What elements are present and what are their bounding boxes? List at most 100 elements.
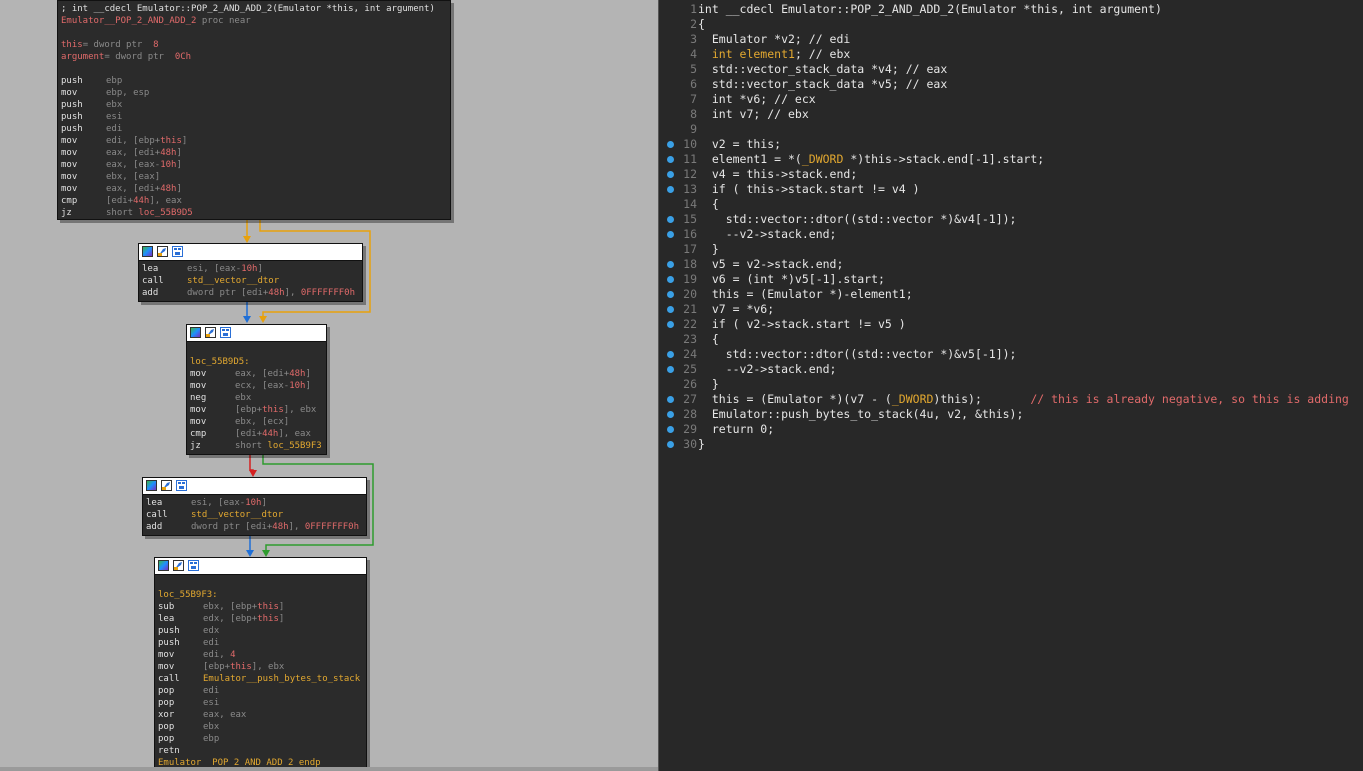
pseudocode-line[interactable]: 15 std::vector::dtor((std::vector *)&v4[…	[659, 212, 1363, 227]
asm-line[interactable]: Emulator__POP_2_AND_ADD_2 proc near	[61, 15, 447, 27]
asm-line[interactable]: pop edi	[158, 685, 363, 697]
asm-line[interactable]	[190, 344, 323, 356]
asm-line[interactable]: argument= dword ptr 0Ch	[61, 51, 447, 63]
asm-line[interactable]: jz short loc_55B9F3	[190, 440, 323, 452]
pseudocode-line[interactable]: 21 v7 = *v6;	[659, 302, 1363, 317]
basic-block-dtor-2[interactable]: lea esi, [eax-10h] call std__vector__dtor ad…	[142, 477, 367, 536]
asm-line[interactable]	[61, 63, 447, 75]
asm-operand: [ebp+	[235, 405, 263, 415]
asm-line[interactable]: mov ebp, esp	[61, 87, 447, 99]
asm-line[interactable]: mov edi, [ebp+this]	[61, 135, 447, 147]
asm-line[interactable]: push ebp	[61, 75, 447, 87]
asm-line[interactable]: mov edi, 4	[158, 649, 363, 661]
pseudocode-line[interactable]: 7 int *v6; // ecx	[659, 92, 1363, 107]
horizontal-scrollbar[interactable]	[0, 767, 658, 771]
edit-color-icon[interactable]	[161, 480, 172, 491]
graph-overview-icon[interactable]	[158, 560, 169, 571]
pseudocode-line[interactable]: 6 std::vector_stack_data *v5; // eax	[659, 77, 1363, 92]
asm-line[interactable]: lea esi, [eax-10h]	[142, 263, 359, 275]
pseudocode-line[interactable]: 28 Emulator::push_bytes_to_stack(4u, v2,…	[659, 407, 1363, 422]
asm-line[interactable]: pop ebx	[158, 721, 363, 733]
asm-line[interactable]: mov ebx, [eax]	[61, 171, 447, 183]
asm-line[interactable]: neg ebx	[190, 392, 323, 404]
asm-line[interactable]: mov eax, [edi+48h]	[61, 183, 447, 195]
asm-line[interactable]: retn	[158, 745, 363, 757]
asm-line[interactable]: ; int __cdecl Emulator::POP_2_AND_ADD_2(…	[61, 3, 447, 15]
asm-line[interactable]: call std__vector__dtor	[146, 509, 363, 521]
asm-line[interactable]: this= dword ptr 8	[61, 39, 447, 51]
asm-line[interactable]: push ebx	[61, 99, 447, 111]
asm-line[interactable]	[158, 577, 363, 589]
group-nodes-icon[interactable]	[176, 480, 187, 491]
graph-view[interactable]: ; int __cdecl Emulator::POP_2_AND_ADD_2(…	[0, 0, 658, 771]
edit-color-icon[interactable]	[173, 560, 184, 571]
asm-line[interactable]: push edi	[61, 123, 447, 135]
asm-line[interactable]: mov ecx, [eax-10h]	[190, 380, 323, 392]
asm-line[interactable]: pop esi	[158, 697, 363, 709]
graph-overview-icon[interactable]	[190, 327, 201, 338]
pseudocode-line[interactable]: 20 this = (Emulator *)-element1;	[659, 287, 1363, 302]
pseudocode-line[interactable]: 18 v5 = v2->stack.end;	[659, 257, 1363, 272]
asm-line[interactable]	[61, 27, 447, 39]
asm-line[interactable]: lea esi, [eax-10h]	[146, 497, 363, 509]
basic-block-loc-55B9D5[interactable]: loc_55B9D5: mov eax, [edi+48h] mov ecx, [eax…	[186, 324, 327, 455]
pseudocode-line[interactable]: 4 int element1; // ebx	[659, 47, 1363, 62]
group-nodes-icon[interactable]	[188, 560, 199, 571]
asm-line[interactable]: mov [ebp+this], ebx	[158, 661, 363, 673]
asm-line[interactable]: push edx	[158, 625, 363, 637]
asm-line[interactable]: xor eax, eax	[158, 709, 363, 721]
asm-line[interactable]: lea edx, [ebp+this]	[158, 613, 363, 625]
graph-overview-icon[interactable]	[146, 480, 157, 491]
pseudocode-line[interactable]: 14 {	[659, 197, 1363, 212]
pseudocode-line[interactable]: 8 int v7; // ebx	[659, 107, 1363, 122]
graph-overview-icon[interactable]	[142, 246, 153, 257]
pseudocode-line[interactable]: 25 --v2->stack.end;	[659, 362, 1363, 377]
pseudocode-line[interactable]: 10 v2 = this;	[659, 137, 1363, 152]
asm-line[interactable]: mov eax, [edi+48h]	[190, 368, 323, 380]
pseudocode-line[interactable]: 1 int __cdecl Emulator::POP_2_AND_ADD_2(E…	[659, 2, 1363, 17]
edit-color-icon[interactable]	[205, 327, 216, 338]
asm-line[interactable]: add dword ptr [edi+48h], 0FFFFFFF0h	[146, 521, 363, 533]
pseudocode-line[interactable]: 16 --v2->stack.end;	[659, 227, 1363, 242]
pseudocode-line[interactable]: 3 Emulator *v2; // edi	[659, 32, 1363, 47]
pseudocode-line[interactable]: 24 std::vector::dtor((std::vector *)&v5[…	[659, 347, 1363, 362]
asm-line[interactable]: loc_55B9F3:	[158, 589, 363, 601]
asm-line[interactable]: push edi	[158, 637, 363, 649]
asm-line[interactable]: add dword ptr [edi+48h], 0FFFFFFF0h	[142, 287, 359, 299]
pseudocode-line[interactable]: 17 }	[659, 242, 1363, 257]
pseudocode-line[interactable]: 19 v6 = (int *)v5[-1].start;	[659, 272, 1363, 287]
pseudocode-line[interactable]: 5 std::vector_stack_data *v4; // eax	[659, 62, 1363, 77]
group-nodes-icon[interactable]	[172, 246, 183, 257]
code-token: int __cdecl Emulator::POP_2_AND_ADD_2(Em…	[698, 2, 1162, 16]
pseudocode-line[interactable]: 9	[659, 122, 1363, 137]
asm-line[interactable]: cmp [edi+44h], eax	[190, 428, 323, 440]
asm-line[interactable]: mov ebx, [ecx]	[190, 416, 323, 428]
pseudocode-line[interactable]: 12 v4 = this->stack.end;	[659, 167, 1363, 182]
asm-line[interactable]: push esi	[61, 111, 447, 123]
pseudocode-line[interactable]: 29 return 0;	[659, 422, 1363, 437]
pseudocode-line[interactable]: 23 {	[659, 332, 1363, 347]
asm-line[interactable]: cmp [edi+44h], eax	[61, 195, 447, 207]
group-nodes-icon[interactable]	[220, 327, 231, 338]
pseudocode-line[interactable]: 13 if ( this->stack.start != v4 )	[659, 182, 1363, 197]
basic-block-entry[interactable]: ; int __cdecl Emulator::POP_2_AND_ADD_2(…	[57, 0, 451, 220]
asm-line[interactable]: mov eax, [edi+48h]	[61, 147, 447, 159]
pseudocode-line[interactable]: 22 if ( v2->stack.start != v5 )	[659, 317, 1363, 332]
pseudocode-line[interactable]: 30}	[659, 437, 1363, 452]
basic-block-dtor-1[interactable]: lea esi, [eax-10h] call std__vector__dtor ad…	[138, 243, 363, 302]
pseudocode-view[interactable]: 1 int __cdecl Emulator::POP_2_AND_ADD_2(E…	[659, 0, 1363, 771]
asm-line[interactable]: call std__vector__dtor	[142, 275, 359, 287]
asm-line[interactable]: sub ebx, [ebp+this]	[158, 601, 363, 613]
asm-line[interactable]: call Emulator__push_bytes_to_stack	[158, 673, 363, 685]
edit-color-icon[interactable]	[157, 246, 168, 257]
pseudocode-line[interactable]: 26 }	[659, 377, 1363, 392]
asm-line[interactable]: mov eax, [eax-10h]	[61, 159, 447, 171]
pseudocode-line[interactable]: 27 this = (Emulator *)(v7 - (_DWORD)this…	[659, 392, 1363, 407]
basic-block-loc-55B9F3[interactable]: loc_55B9F3: sub ebx, [ebp+this] lea edx, [eb…	[154, 557, 367, 771]
asm-line[interactable]: jz short loc_55B9D5	[61, 207, 447, 219]
pseudocode-line[interactable]: 2{	[659, 17, 1363, 32]
pseudocode-line[interactable]: 11 element1 = *(_DWORD *)this->stack.end…	[659, 152, 1363, 167]
asm-line[interactable]: loc_55B9D5:	[190, 356, 323, 368]
asm-line[interactable]: mov [ebp+this], ebx	[190, 404, 323, 416]
asm-line[interactable]: pop ebp	[158, 733, 363, 745]
